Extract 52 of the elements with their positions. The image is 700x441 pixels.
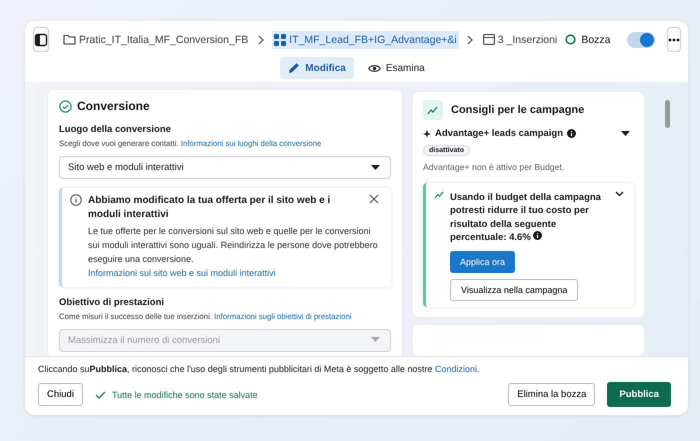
suggestion-text: Usando il budget della campagna potresti ridurre il tuo costo per risultato della seguente percentuale: 4.6% — [450, 191, 602, 244]
view-in-campaign-button[interactable]: Visualizza nella campagna — [450, 279, 578, 302]
terms-period: . — [476, 364, 480, 374]
field-label: Obiettivo di prestazioni — [59, 296, 166, 308]
breadcrumb-item[interactable]: Pratic_IT_Italia_MF_Conversion_FB — [61, 30, 250, 48]
status-label: Bozza — [581, 34, 611, 46]
check-circle-icon — [59, 100, 72, 112]
close-icon[interactable] — [369, 194, 379, 204]
tab[interactable]: Esamina — [360, 57, 433, 79]
chevron-down-icon[interactable] — [615, 191, 624, 197]
saved-status: Tutte le modifiche sono state salvate — [112, 390, 258, 400]
folder-icon — [63, 34, 76, 45]
eye-icon — [368, 64, 381, 72]
info-icon — [70, 194, 82, 206]
status-circle-icon — [565, 34, 576, 45]
trend-icon — [434, 191, 445, 199]
publish-button[interactable]: Pubblica — [607, 382, 671, 407]
terms-text: Cliccando suPubblica, riconosci che l'uso degli strumenti pubblicitari di Meta è soggetto alle nostre — [38, 364, 432, 374]
note-text: Advantage+ non è attivo per Budget. — [423, 162, 566, 172]
panel-title: Consigli per le campagne — [451, 104, 584, 116]
terms-link[interactable]: Condizioni — [434, 364, 477, 374]
sidebar-icon — [34, 32, 48, 46]
notice-link[interactable]: Informazioni sul sito web e sui moduli interattivi — [88, 268, 276, 278]
close-button[interactable]: Chiudi — [38, 383, 83, 406]
chevron-right-icon — [466, 34, 474, 44]
chevron-right-icon — [257, 34, 266, 44]
notice-title: Abbiamo modificato la tua offerta per il sito web e i moduli interattivi — [88, 194, 332, 221]
caret-icon — [371, 337, 380, 344]
toggle-switch[interactable] — [626, 32, 655, 48]
notice-text: Le tue offerte per le conversioni sul sito web e quelle per le conversioni sui moduli interattivi sono uguali. Reindirizza le persone dove potrebbero eseguire una conversione. Informazioni sul sito web e sui moduli interattivi — [88, 225, 379, 280]
more-button[interactable] — [666, 27, 681, 52]
trend-icon — [423, 100, 443, 120]
sidebar-toggle-button[interactable] — [33, 27, 49, 52]
caret-icon[interactable] — [621, 130, 630, 136]
apply-button[interactable]: Applica ora — [450, 251, 516, 274]
feature-name: Advantage+ leads campaign — [435, 128, 564, 139]
info-icon — [533, 230, 542, 240]
breadcrumb-item[interactable]: 3 _Inserzioni — [480, 30, 560, 48]
checkmark-icon — [94, 390, 106, 398]
breadcrumb-item[interactable]: IT_MF_Lead_FB+IG_Advantage+&i — [272, 30, 459, 48]
delete-draft-button[interactable]: Elimina la bozza — [508, 383, 596, 406]
more-icon — [668, 38, 680, 42]
field-label: Luogo della conversione — [59, 124, 172, 135]
pencil-icon — [288, 62, 300, 74]
window-icon — [482, 34, 495, 45]
info-icon — [567, 129, 576, 138]
sparkle-icon — [423, 129, 431, 138]
grid-icon — [274, 34, 286, 46]
tab[interactable]: Modifica — [280, 57, 354, 79]
section-title: Conversione — [77, 99, 150, 113]
caret-icon — [371, 164, 380, 170]
conversion-location-dropdown[interactable]: Sito web e moduli interattivi — [59, 156, 391, 179]
